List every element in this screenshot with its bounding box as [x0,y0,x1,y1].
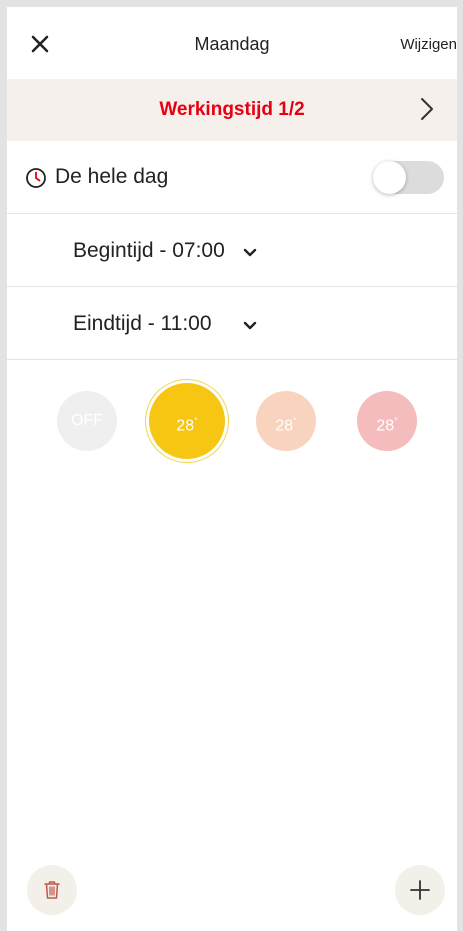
edit-button[interactable]: Wijzigen [400,36,457,53]
mode-label: 28 [275,417,294,435]
degree-unit: ° [194,416,198,426]
degree-unit: ° [293,416,297,426]
all-day-label: De hele dag [55,165,169,188]
trash-icon [44,881,60,899]
page-title: Maandag [194,34,270,54]
mode-label: 28 [376,417,395,435]
add-period-button[interactable] [395,865,445,915]
mode-28-selected-button[interactable]: 28° [149,383,225,459]
header: Maandag Wijzigen [7,7,457,79]
schedule-period-title: Werkingstijd 1/2 [159,99,305,120]
clock-icon [26,168,46,188]
next-period-button[interactable] [417,95,437,123]
start-time-row[interactable]: Begintijd - 07:00 [7,214,457,287]
delete-button[interactable] [27,865,77,915]
mode-label: 28 [176,417,195,435]
all-day-row: De hele dag [7,141,457,214]
mode-label: OFF [71,412,103,429]
mode-28-hot-button[interactable]: 28° [357,391,417,451]
schedule-period-bar: Werkingstijd 1/2 [7,79,457,141]
mode-28-warm-button[interactable]: 28° [256,391,316,451]
end-time-row[interactable]: Eindtijd - 11:00 [7,287,457,360]
mode-off-button[interactable]: OFF [57,391,117,451]
degree-unit: ° [394,416,398,426]
chevron-down-icon [243,248,257,257]
toggle-knob [373,161,406,194]
end-time-label: Eindtijd - 11:00 [73,312,212,335]
all-day-toggle[interactable] [373,161,444,194]
chevron-right-icon [421,98,433,120]
schedule-edit-screen: Maandag Wijzigen Werkingstijd 1/2 De hel… [7,7,457,931]
chevron-down-icon [243,321,257,330]
mode-selector: OFF 28° 28° 28° [7,377,457,467]
plus-icon [410,880,430,900]
start-time-label: Begintijd - 07:00 [73,239,225,262]
